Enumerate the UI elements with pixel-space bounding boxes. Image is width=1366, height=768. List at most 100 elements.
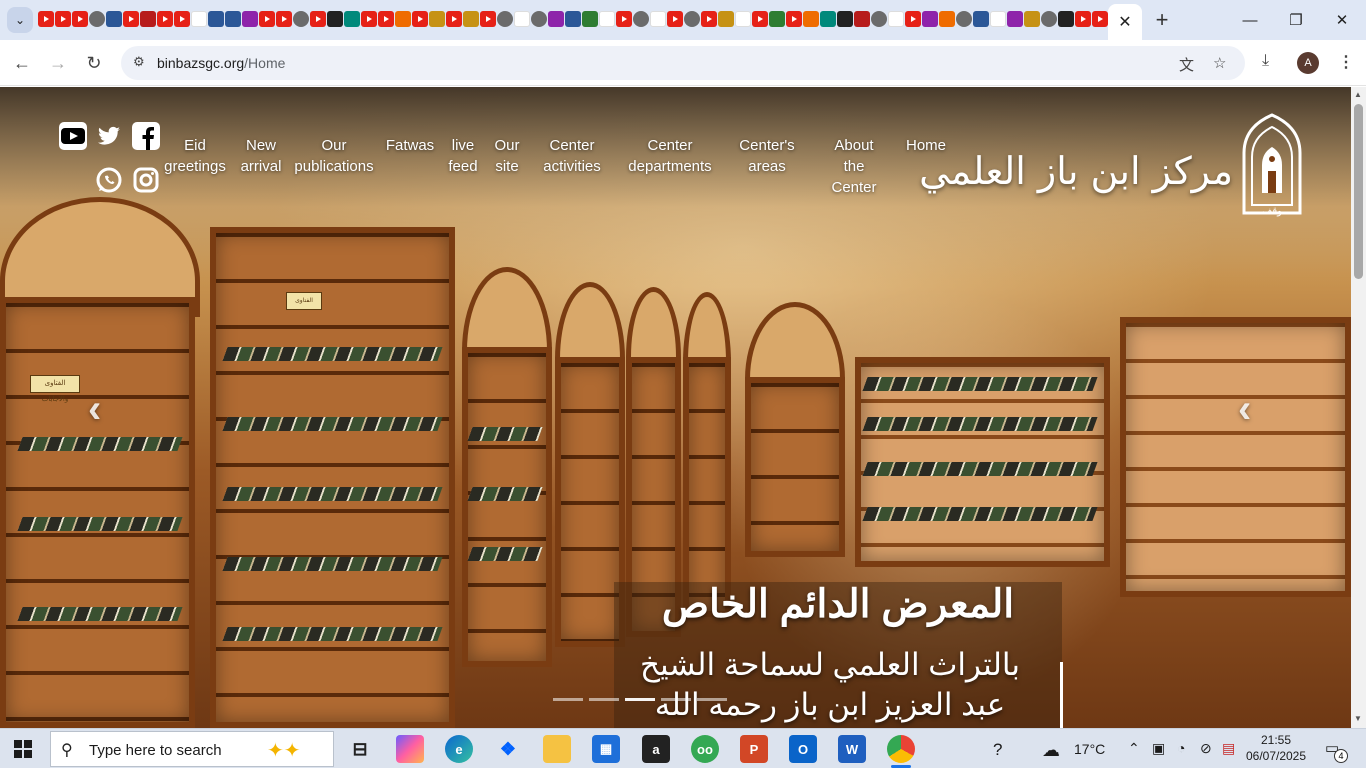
file-explorer-icon[interactable] — [543, 735, 571, 763]
carousel-dot[interactable] — [553, 698, 583, 701]
youtube-tab-icon[interactable] — [72, 11, 88, 27]
reload-button[interactable]: ↻ — [82, 51, 106, 75]
globe-tab-icon[interactable] — [956, 11, 972, 27]
site-tab-icon[interactable] — [837, 11, 853, 27]
scroll-down-arrow[interactable]: ▼ — [1354, 714, 1362, 723]
nav-center-departments[interactable]: Center departments — [626, 135, 714, 177]
carousel-dot[interactable] — [589, 698, 619, 701]
nav-fatwas[interactable]: Fatwas — [383, 135, 437, 156]
bookmark-star-icon[interactable]: ☆ — [1213, 54, 1226, 72]
youtube-tab-icon[interactable] — [667, 11, 683, 27]
translate-icon[interactable]: 文 — [1179, 54, 1194, 75]
site-tab-icon[interactable] — [939, 11, 955, 27]
profile-avatar[interactable]: A — [1297, 52, 1319, 74]
site-tab-icon[interactable] — [803, 11, 819, 27]
site-tab-icon[interactable] — [106, 11, 122, 27]
globe-tab-icon[interactable] — [89, 11, 105, 27]
minimize-button[interactable]: — — [1227, 0, 1273, 40]
menu-icon[interactable]: ⋮ — [1338, 52, 1354, 72]
site-tab-icon[interactable] — [140, 11, 156, 27]
new-tab-button[interactable]: + — [1150, 7, 1174, 32]
dropbox-icon[interactable]: ❖ — [494, 735, 522, 763]
volume-muted-icon[interactable]: ⊘ — [1200, 740, 1212, 757]
site-tab-icon[interactable] — [922, 11, 938, 27]
nav-center-activities[interactable]: Center activities — [539, 135, 605, 177]
weather-icon[interactable]: ☁ — [1042, 740, 1060, 761]
site-tab-icon[interactable] — [242, 11, 258, 27]
youtube-icon[interactable] — [59, 122, 87, 150]
amazon-icon[interactable]: a — [642, 735, 670, 763]
youtube-tab-icon[interactable] — [786, 11, 802, 27]
play-tab-icon[interactable] — [769, 11, 785, 27]
youtube-tab-icon[interactable] — [38, 11, 54, 27]
close-tab-icon[interactable]: ✕ — [1118, 12, 1131, 32]
word-icon[interactable]: W — [838, 735, 866, 763]
site-tab-icon[interactable] — [429, 11, 445, 27]
nav-our-site[interactable]: Our site — [489, 135, 525, 177]
forward-button[interactable]: → — [46, 51, 70, 75]
download-icon[interactable]: ⤓ — [1262, 52, 1269, 70]
site-info-icon[interactable]: ⚙ — [133, 54, 145, 70]
close-window-button[interactable]: ✕ — [1319, 0, 1365, 40]
edge-icon[interactable]: e — [445, 735, 473, 763]
site-tab-icon[interactable] — [1024, 11, 1040, 27]
google-tab-icon[interactable] — [990, 11, 1006, 27]
google-tab-icon[interactable] — [599, 11, 615, 27]
nav-about-the-center[interactable]: About the Center — [826, 135, 882, 198]
task-view-icon[interactable]: ⊟ — [346, 735, 374, 763]
reddit-tab-icon[interactable] — [395, 11, 411, 27]
youtube-tab-icon[interactable] — [259, 11, 275, 27]
site-logo-emblem[interactable] — [1240, 113, 1304, 219]
site-tab-icon[interactable] — [548, 11, 564, 27]
site-tab-icon[interactable] — [854, 11, 870, 27]
site-tab-icon[interactable] — [327, 11, 343, 27]
youtube-tab-icon[interactable] — [1075, 11, 1091, 27]
site-tab-icon[interactable] — [973, 11, 989, 27]
taskbar-clock[interactable]: 21:55 06/07/2025 — [1244, 732, 1308, 764]
nav-centers-areas[interactable]: Center's areas — [736, 135, 798, 177]
site-tab-icon[interactable] — [1007, 11, 1023, 27]
address-bar[interactable]: ⚙ binbazsgc.org/Home 文 ☆ — [121, 46, 1245, 80]
x-tab-icon[interactable] — [1058, 11, 1074, 27]
site-tab-icon[interactable] — [531, 11, 547, 27]
site-tab-icon[interactable] — [888, 11, 904, 27]
site-tab-icon[interactable] — [344, 11, 360, 27]
nav-eid-greetings[interactable]: Eid greetings — [162, 135, 228, 177]
back-button[interactable]: ← — [10, 51, 34, 75]
youtube-tab-icon[interactable] — [446, 11, 462, 27]
tripadvisor-icon[interactable]: oo — [691, 735, 719, 763]
youtube-tab-icon[interactable] — [361, 11, 377, 27]
globe-tab-icon[interactable] — [1041, 11, 1057, 27]
youtube-tab-icon[interactable] — [1092, 11, 1108, 27]
site-tab-icon[interactable] — [191, 11, 207, 27]
facebook-icon[interactable] — [132, 122, 160, 150]
youtube-tab-icon[interactable] — [55, 11, 71, 27]
scroll-up-arrow[interactable]: ▲ — [1354, 90, 1362, 99]
nav-live-feed[interactable]: live feed — [445, 135, 481, 177]
outlook-icon[interactable]: O — [789, 735, 817, 763]
help-icon[interactable]: ? — [993, 740, 1002, 760]
restore-button[interactable]: ❐ — [1273, 0, 1319, 40]
carousel-dot[interactable] — [661, 698, 691, 701]
site-tab-icon[interactable] — [650, 11, 666, 27]
site-tab-icon[interactable] — [718, 11, 734, 27]
chevron-up-icon[interactable]: ⌃ — [1128, 740, 1140, 757]
site-tab-icon[interactable] — [208, 11, 224, 27]
site-tab-icon[interactable] — [514, 11, 530, 27]
carousel-next-arrow[interactable]: ‹ — [1238, 387, 1251, 432]
youtube-tab-icon[interactable] — [310, 11, 326, 27]
instagram-icon[interactable] — [132, 166, 160, 194]
globe-tab-icon[interactable] — [497, 11, 513, 27]
url-text[interactable]: binbazsgc.org/Home — [157, 55, 285, 71]
carousel-prev-arrow[interactable]: ‹ — [88, 387, 101, 432]
site-tab-icon[interactable] — [565, 11, 581, 27]
tab-search-button[interactable]: ⌄ — [7, 7, 33, 33]
powerpoint-icon[interactable]: P — [740, 735, 768, 763]
active-tab[interactable]: ✕ — [1108, 4, 1142, 40]
carousel-dot-active[interactable] — [625, 698, 655, 701]
site-tab-icon[interactable] — [463, 11, 479, 27]
start-button[interactable] — [14, 740, 32, 758]
youtube-tab-icon[interactable] — [412, 11, 428, 27]
nav-our-publications[interactable]: Our publications — [294, 135, 374, 177]
globe-tab-icon[interactable] — [293, 11, 309, 27]
